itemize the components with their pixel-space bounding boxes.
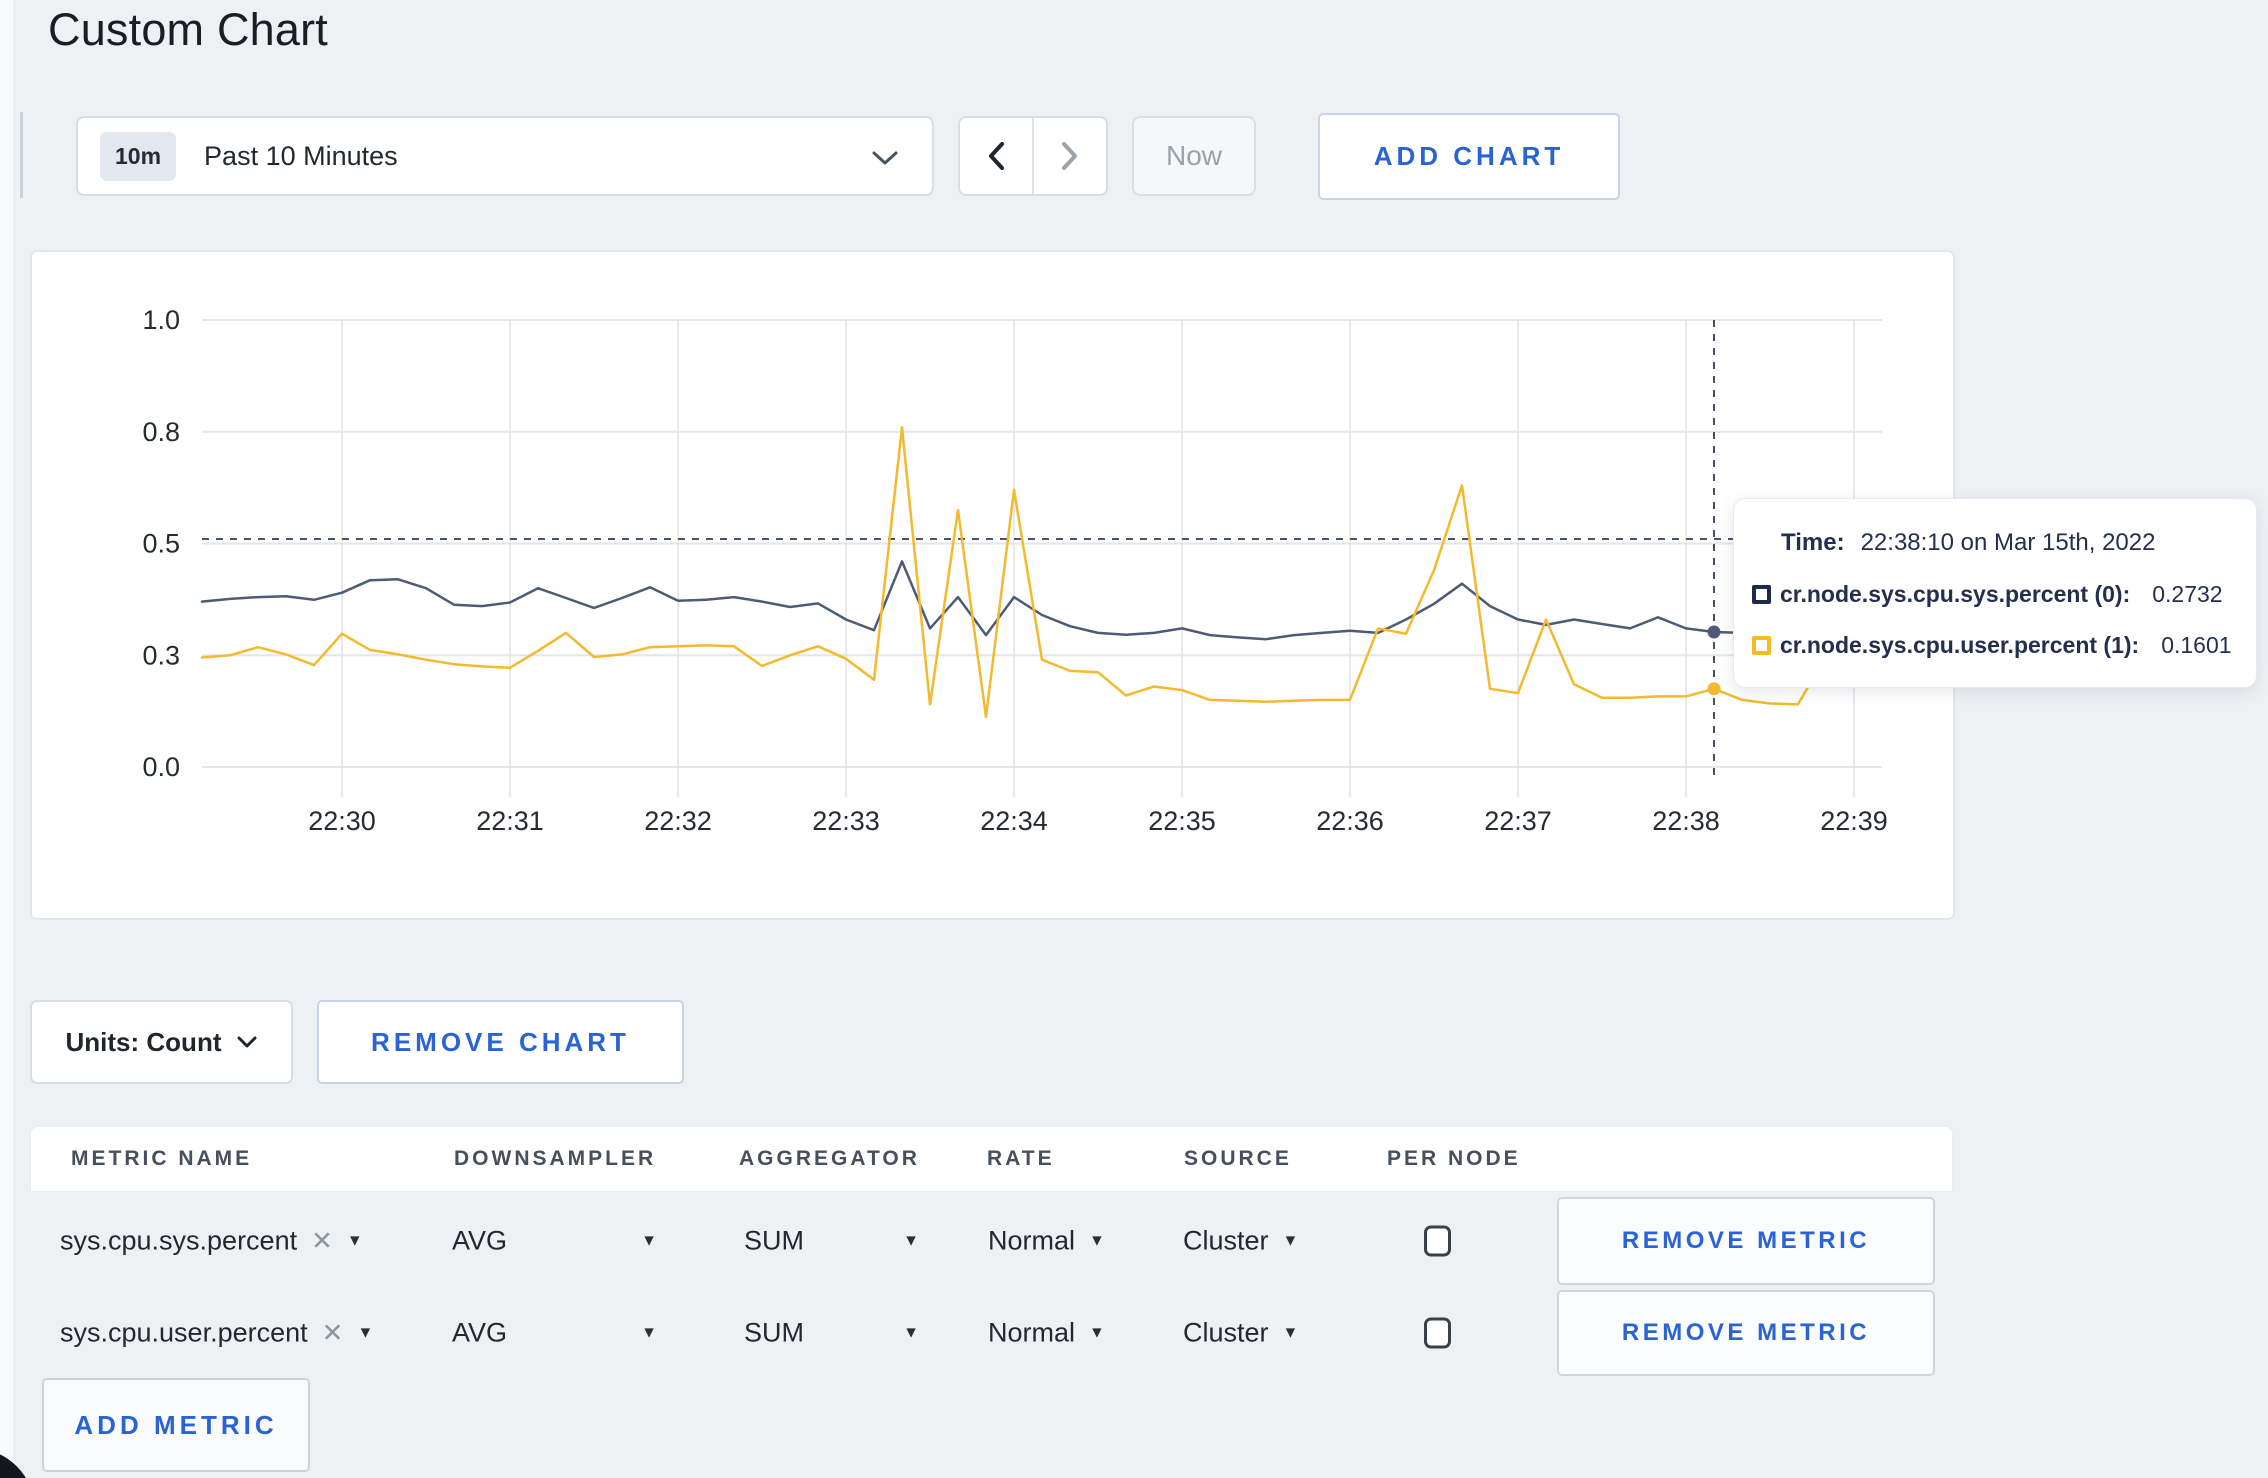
time-range-label: Past 10 Minutes bbox=[204, 141, 398, 172]
tooltip-series-name: cr.node.sys.cpu.user.percent (1): bbox=[1780, 632, 2139, 659]
source-select[interactable]: Cluster ▼ bbox=[1183, 1318, 1298, 1349]
y-axis-tick-label: 0.8 bbox=[142, 417, 180, 447]
per-node-checkbox[interactable] bbox=[1424, 1318, 1451, 1349]
aggregator-value: SUM bbox=[744, 1318, 804, 1349]
series-line bbox=[202, 427, 1882, 717]
tooltip-time-row: Time: 22:38:10 on Mar 15th, 2022 bbox=[1781, 529, 2256, 557]
x-axis-tick-label: 22:34 bbox=[980, 806, 1048, 836]
col-rate: RATE bbox=[987, 1147, 1055, 1171]
tooltip-series-row: cr.node.sys.cpu.sys.percent (0): 0.2732 bbox=[1752, 581, 2256, 608]
chart-hover-tooltip: Time: 22:38:10 on Mar 15th, 2022 cr.node.… bbox=[1733, 498, 2257, 688]
tooltip-series-value: 0.1601 bbox=[2161, 632, 2231, 659]
add-metric-button[interactable]: ADD METRIC bbox=[42, 1378, 310, 1472]
x-axis-tick-label: 22:33 bbox=[812, 806, 880, 836]
left-edge-strip bbox=[0, 0, 13, 1478]
caret-down-icon: ▼ bbox=[641, 1232, 657, 1250]
section-accent-line bbox=[20, 112, 23, 198]
crosshair-point bbox=[1708, 626, 1721, 639]
crosshair-point bbox=[1708, 682, 1721, 695]
col-downsampler: DOWNSAMPLER bbox=[454, 1147, 656, 1171]
time-back-button[interactable] bbox=[960, 118, 1034, 194]
chevron-right-icon bbox=[1062, 142, 1078, 170]
col-per-node: PER NODE bbox=[1387, 1147, 1521, 1171]
chevron-down-icon bbox=[237, 1036, 257, 1048]
aggregator-select[interactable]: SUM ▼ bbox=[744, 1226, 919, 1257]
tooltip-series-name: cr.node.sys.cpu.sys.percent (0): bbox=[1780, 581, 2130, 608]
custom-chart-page: Custom Chart 10m Past 10 Minutes Now ADD… bbox=[0, 0, 2268, 1478]
x-axis-tick-label: 22:36 bbox=[1316, 806, 1384, 836]
metric-name: sys.cpu.sys.percent bbox=[60, 1226, 297, 1257]
caret-down-icon: ▼ bbox=[347, 1232, 363, 1250]
time-range-badge: 10m bbox=[100, 132, 176, 181]
chart-card: 0.0 0.3 0.5 0.8 1.0 22:30 22:31 22:32 22:33 22:34… bbox=[30, 250, 1955, 920]
tooltip-time-label: Time: bbox=[1781, 529, 1845, 556]
caret-down-icon: ▼ bbox=[903, 1324, 919, 1342]
caret-down-icon: ▼ bbox=[357, 1324, 373, 1342]
series-user-legend-swatch bbox=[1752, 636, 1771, 655]
clear-metric-icon[interactable]: ✕ bbox=[322, 1318, 344, 1349]
x-axis-tick-label: 22:35 bbox=[1148, 806, 1216, 836]
metrics-table-header: METRIC NAME DOWNSAMPLER AGGREGATOR RATE … bbox=[30, 1126, 1953, 1192]
remove-chart-button[interactable]: REMOVE CHART bbox=[317, 1000, 684, 1084]
x-axis-tick-label: 22:39 bbox=[1820, 806, 1888, 836]
per-node-checkbox[interactable] bbox=[1424, 1226, 1451, 1257]
y-axis-tick-label: 0.5 bbox=[142, 529, 180, 559]
source-select[interactable]: Cluster ▼ bbox=[1183, 1226, 1298, 1257]
metric-name-select[interactable]: sys.cpu.sys.percent ✕ ▼ bbox=[60, 1226, 363, 1257]
metric-name: sys.cpu.user.percent bbox=[60, 1318, 308, 1349]
series-sys-legend-swatch bbox=[1752, 585, 1771, 604]
x-axis-tick-label: 22:32 bbox=[644, 806, 712, 836]
time-range-select[interactable]: 10m Past 10 Minutes bbox=[76, 116, 934, 196]
caret-down-icon: ▼ bbox=[1283, 1324, 1299, 1342]
rate-select[interactable]: Normal ▼ bbox=[988, 1318, 1105, 1349]
caret-down-icon: ▼ bbox=[1089, 1324, 1105, 1342]
caret-down-icon: ▼ bbox=[1089, 1232, 1105, 1250]
col-metric-name: METRIC NAME bbox=[71, 1147, 252, 1171]
y-axis-tick-label: 1.0 bbox=[142, 305, 180, 335]
y-axis-tick-label: 0.0 bbox=[142, 752, 180, 782]
units-select[interactable]: Units: Count bbox=[30, 1000, 293, 1084]
aggregator-select[interactable]: SUM ▼ bbox=[744, 1318, 919, 1349]
col-source: SOURCE bbox=[1184, 1147, 1292, 1171]
y-axis-tick-label: 0.3 bbox=[142, 640, 180, 670]
units-label: Units: Count bbox=[66, 1027, 222, 1058]
downsampler-value: AVG bbox=[452, 1226, 507, 1257]
page-title: Custom Chart bbox=[48, 4, 328, 56]
x-axis-tick-label: 22:38 bbox=[1652, 806, 1720, 836]
downsampler-select[interactable]: AVG ▼ bbox=[452, 1226, 657, 1257]
now-button[interactable]: Now bbox=[1132, 116, 1256, 196]
metric-name-select[interactable]: sys.cpu.user.percent ✕ ▼ bbox=[60, 1318, 373, 1349]
caret-down-icon: ▼ bbox=[1283, 1232, 1299, 1250]
rate-value: Normal bbox=[988, 1318, 1075, 1349]
downsampler-value: AVG bbox=[452, 1318, 507, 1349]
x-axis-tick-label: 22:37 bbox=[1484, 806, 1552, 836]
x-axis-tick-label: 22:30 bbox=[308, 806, 376, 836]
caret-down-icon: ▼ bbox=[903, 1232, 919, 1250]
downsampler-select[interactable]: AVG ▼ bbox=[452, 1318, 657, 1349]
aggregator-value: SUM bbox=[744, 1226, 804, 1257]
caret-down-icon: ▼ bbox=[641, 1324, 657, 1342]
remove-metric-button[interactable]: REMOVE METRIC bbox=[1557, 1197, 1935, 1285]
clear-metric-icon[interactable]: ✕ bbox=[311, 1226, 333, 1257]
rate-value: Normal bbox=[988, 1226, 1075, 1257]
time-nav-group bbox=[958, 116, 1108, 196]
tooltip-time-value: 22:38:10 on Mar 15th, 2022 bbox=[1861, 529, 2156, 556]
cpu-usage-chart[interactable]: 0.0 0.3 0.5 0.8 1.0 22:30 22:31 22:32 22:33 22:34… bbox=[32, 252, 1957, 922]
x-axis-tick-label: 22:31 bbox=[476, 806, 544, 836]
source-value: Cluster bbox=[1183, 1226, 1269, 1257]
col-aggregator: AGGREGATOR bbox=[739, 1147, 920, 1171]
rate-select[interactable]: Normal ▼ bbox=[988, 1226, 1105, 1257]
time-forward-button[interactable] bbox=[1034, 118, 1106, 194]
source-value: Cluster bbox=[1183, 1318, 1269, 1349]
chevron-left-icon bbox=[988, 142, 1004, 170]
add-chart-button[interactable]: ADD CHART bbox=[1318, 113, 1620, 200]
chevron-down-icon bbox=[872, 151, 898, 166]
tooltip-series-row: cr.node.sys.cpu.user.percent (1): 0.1601 bbox=[1752, 632, 2256, 659]
series-line bbox=[202, 561, 1882, 639]
tooltip-series-value: 0.2732 bbox=[2152, 581, 2222, 608]
remove-metric-button[interactable]: REMOVE METRIC bbox=[1557, 1290, 1935, 1376]
